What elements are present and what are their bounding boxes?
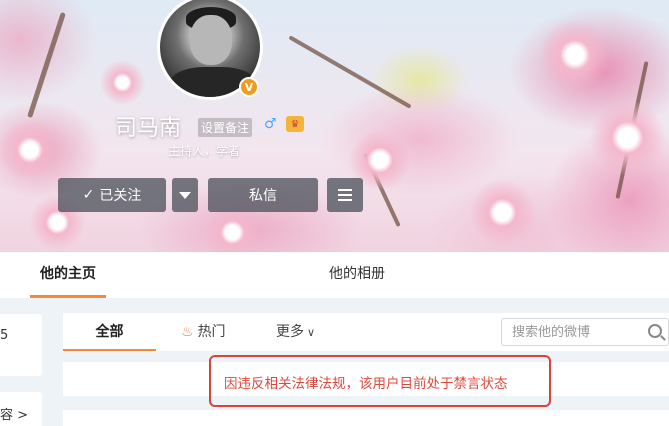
decor-blossom (470, 180, 535, 245)
decor-blossom (205, 205, 260, 252)
set-remark-link[interactable]: 设置备注 (198, 118, 253, 137)
weibo-search (501, 318, 669, 346)
decor-branch (27, 11, 66, 119)
message-label: 私信 (249, 188, 277, 204)
search-icon[interactable] (648, 324, 662, 338)
decor-blossom (590, 100, 665, 175)
check-icon: ✓ (82, 187, 95, 203)
sidebar-fragment: 5 (0, 328, 9, 343)
profile-role: 主持人，学者 (168, 144, 241, 158)
decor-blossom (540, 20, 610, 90)
menu-icon (338, 189, 352, 191)
ban-notice-text: 因违反相关法律法规，该用户目前处于禁言状态 (224, 376, 508, 392)
profile-tabbar: 他的主页 他的相册 (0, 252, 669, 298)
sidebar-card[interactable]: 容 > (0, 392, 42, 426)
filter-hot-label: 热门 (197, 324, 226, 340)
verified-badge-icon: V (239, 77, 259, 97)
decor-blossom (100, 60, 145, 105)
vip-crown-icon[interactable]: ♛ (286, 116, 304, 132)
chevron-down-icon: ∨ (307, 326, 316, 339)
male-icon: ♂ (264, 116, 277, 132)
profile-name: 司马南 (115, 116, 182, 141)
tab-home[interactable]: 他的主页 (30, 252, 106, 298)
feed-filter-bar: 全部 ♨ 热门 更多 ∨ (63, 313, 669, 351)
flame-icon: ♨ (181, 324, 194, 340)
filter-all[interactable]: 全部 (63, 313, 156, 351)
followed-button[interactable]: ✓ 已关注 (58, 178, 166, 212)
search-input[interactable] (502, 319, 642, 345)
filter-more-label: 更多 (276, 324, 304, 340)
follow-dropdown-button[interactable] (172, 178, 198, 212)
decor-branch (288, 35, 412, 109)
feed-card (63, 410, 669, 426)
followed-label: 已关注 (99, 188, 142, 204)
caret-down-icon (179, 191, 191, 199)
profile-cover (0, 0, 669, 252)
message-button[interactable]: 私信 (208, 178, 318, 212)
decor-blossom (0, 120, 60, 180)
sidebar-card: 5 (0, 314, 42, 376)
filter-hot[interactable]: ♨ 热门 (181, 313, 226, 351)
filter-more[interactable]: 更多 ∨ (276, 313, 315, 351)
tab-album[interactable]: 他的相册 (322, 252, 392, 298)
sidebar-fragment-link[interactable]: 容 > (0, 404, 28, 423)
more-menu-button[interactable] (327, 178, 363, 212)
